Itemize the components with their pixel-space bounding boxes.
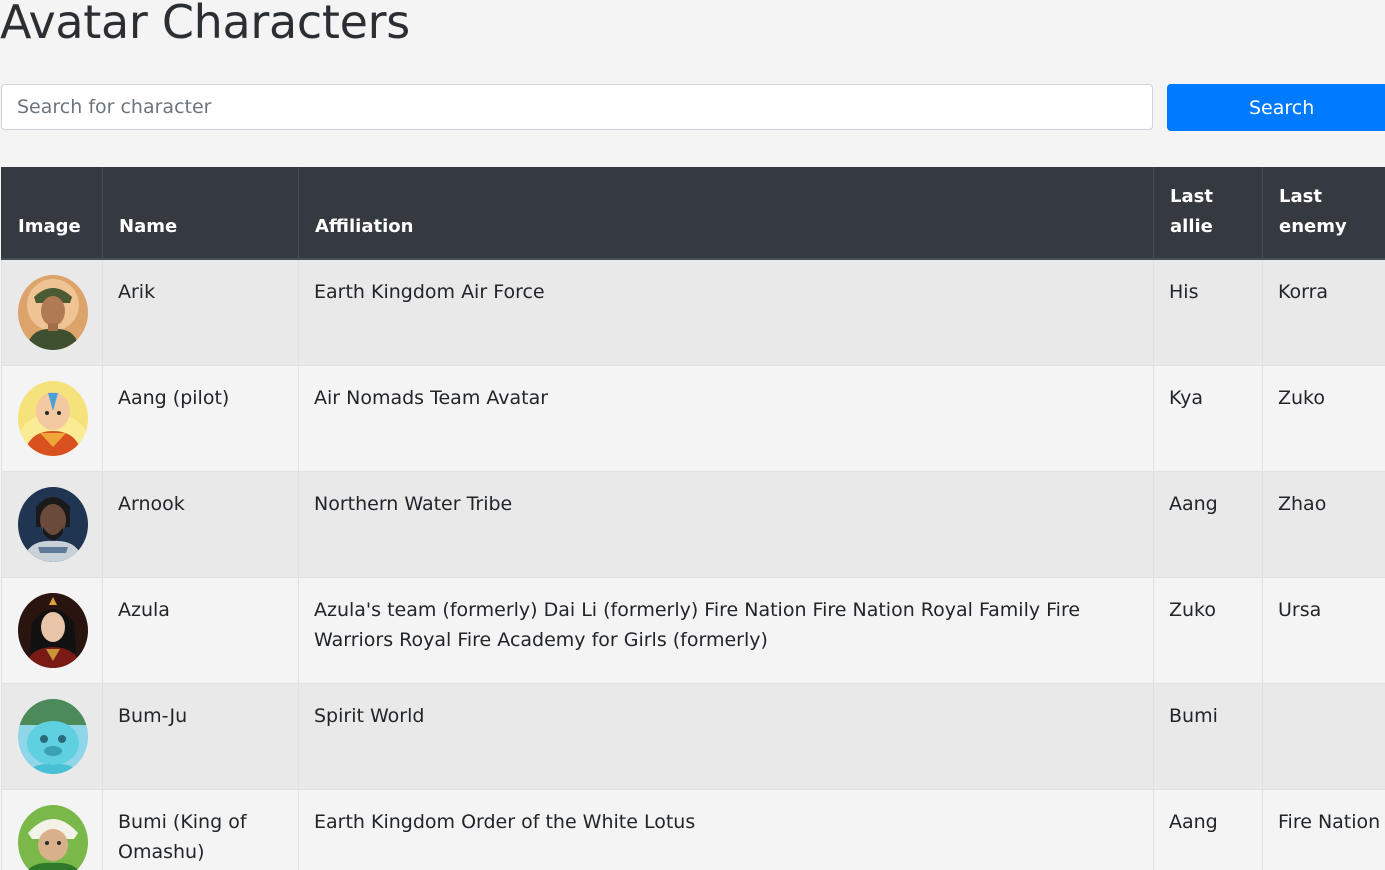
- column-header-last-enemy[interactable]: Last enemy: [1262, 167, 1385, 260]
- image-cell: [1, 470, 103, 577]
- last-allie-cell: Bumi: [1153, 682, 1263, 789]
- last-allie-cell: Aang: [1153, 470, 1263, 577]
- affiliation-cell: Earth Kingdom Order of the White Lotus: [298, 788, 1154, 870]
- affiliation-cell: Earth Kingdom Air Force: [298, 258, 1154, 365]
- arnook-portrait-avatar[interactable]: [18, 486, 88, 562]
- image-cell: [1, 788, 103, 870]
- table-row[interactable]: Arik Earth Kingdom Air Force His Korra: [1, 258, 1385, 365]
- table-row[interactable]: Bumi (King of Omashu) Earth Kingdom Orde…: [1, 788, 1385, 870]
- table-row[interactable]: Aang (pilot) Air Nomads Team Avatar Kya …: [1, 364, 1385, 471]
- column-header-name[interactable]: Name: [102, 167, 299, 260]
- last-allie-cell: Aang: [1153, 788, 1263, 870]
- image-cell: [1, 258, 103, 365]
- name-cell: Bum-Ju: [102, 682, 299, 789]
- bumi-portrait-avatar[interactable]: [18, 804, 88, 870]
- arik-portrait-avatar[interactable]: [18, 275, 88, 350]
- last-allie-cell: Zuko: [1153, 576, 1263, 683]
- name-cell: Bumi (King of Omashu): [102, 788, 299, 870]
- column-header-image[interactable]: Image: [1, 167, 103, 260]
- search-input[interactable]: [1, 84, 1153, 130]
- column-header-affiliation[interactable]: Affiliation: [298, 167, 1154, 260]
- azula-portrait-avatar[interactable]: [18, 592, 88, 668]
- last-enemy-cell: Zhao: [1262, 470, 1385, 577]
- aang-portrait-avatar[interactable]: [18, 380, 88, 456]
- last-enemy-cell: [1262, 682, 1385, 789]
- page: Avatar Characters Search Image Name Affi…: [0, 0, 1385, 870]
- characters-table: Image Name Affiliation Last allie Last e…: [1, 167, 1385, 870]
- last-enemy-cell: Fire Nation: [1262, 788, 1385, 870]
- search-button[interactable]: Search: [1167, 84, 1385, 131]
- affiliation-cell: Air Nomads Team Avatar: [298, 364, 1154, 471]
- affiliation-cell: Northern Water Tribe: [298, 470, 1154, 577]
- table-row[interactable]: Bum-Ju Spirit World Bumi: [1, 682, 1385, 789]
- last-allie-cell: Kya: [1153, 364, 1263, 471]
- last-enemy-cell: Zuko: [1262, 364, 1385, 471]
- name-cell: Azula: [102, 576, 299, 683]
- affiliation-cell: Azula's team (formerly) Dai Li (formerly…: [298, 576, 1154, 683]
- name-cell: Arik: [102, 258, 299, 365]
- table-row[interactable]: Azula Azula's team (formerly) Dai Li (fo…: [1, 576, 1385, 683]
- affiliation-cell: Spirit World: [298, 682, 1154, 789]
- name-cell: Arnook: [102, 470, 299, 577]
- bum-ju-portrait-avatar[interactable]: [18, 698, 88, 774]
- page-title: Avatar Characters: [0, 0, 410, 49]
- last-enemy-cell: Ursa: [1262, 576, 1385, 683]
- table-header-row: Image Name Affiliation Last allie Last e…: [1, 167, 1385, 260]
- table-row[interactable]: Arnook Northern Water Tribe Aang Zhao: [1, 470, 1385, 577]
- column-header-last-allie[interactable]: Last allie: [1153, 167, 1263, 260]
- image-cell: [1, 364, 103, 471]
- name-cell: Aang (pilot): [102, 364, 299, 471]
- image-cell: [1, 576, 103, 683]
- last-allie-cell: His: [1153, 258, 1263, 365]
- last-enemy-cell: Korra: [1262, 258, 1385, 365]
- image-cell: [1, 682, 103, 789]
